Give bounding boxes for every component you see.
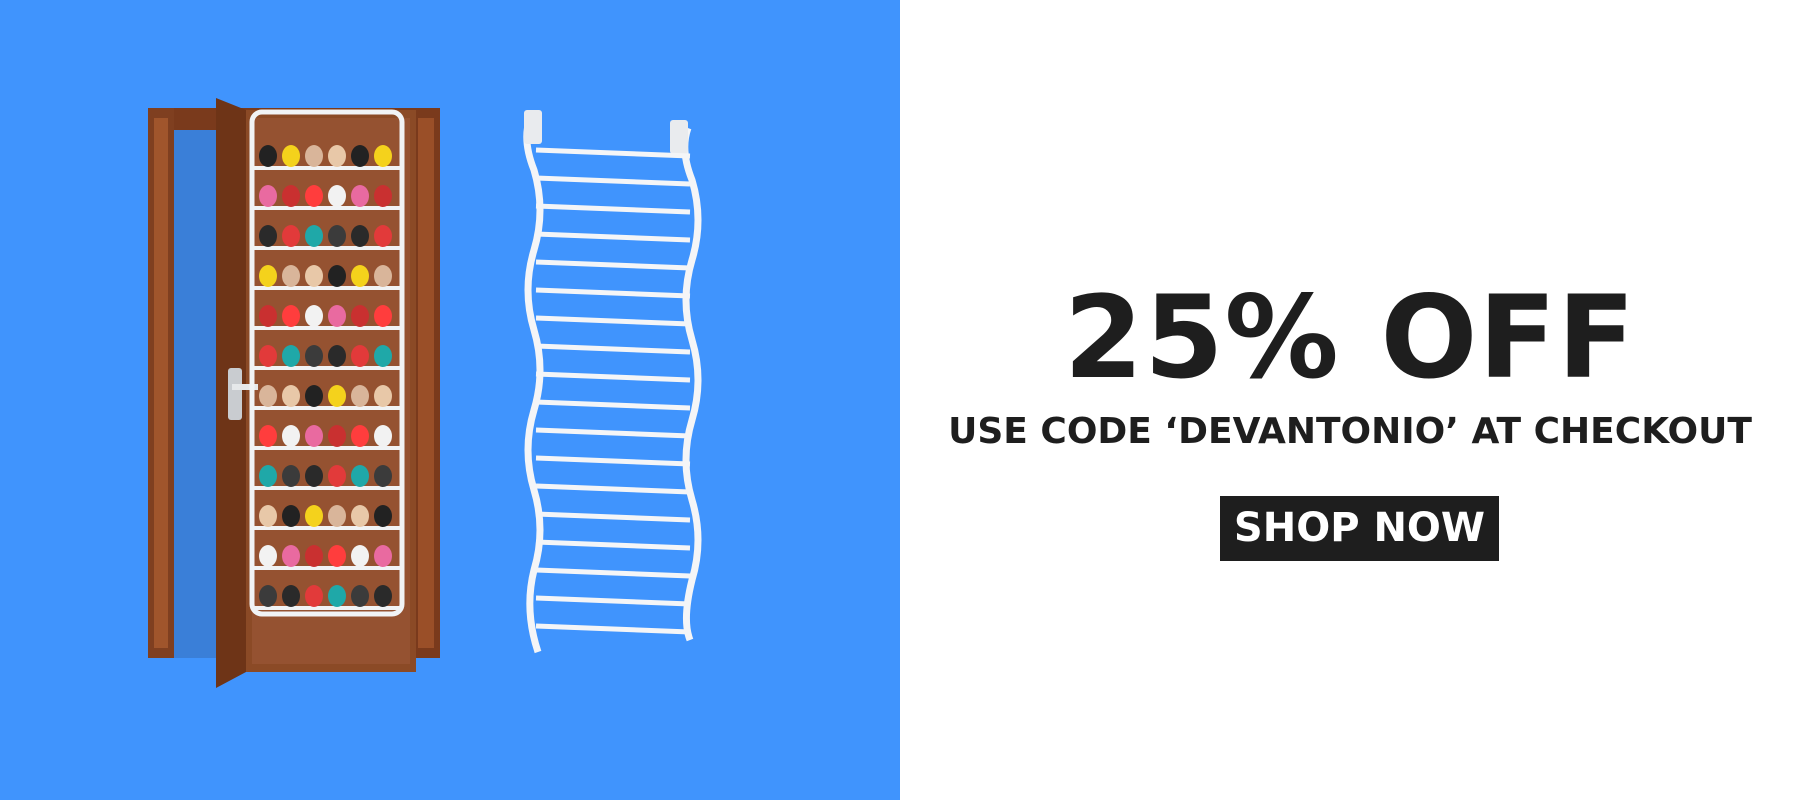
- product-panel: [0, 0, 900, 800]
- offer-panel: 25% OFF USE CODE ‘DEVANTONIO’ AT CHECKOU…: [900, 0, 1800, 800]
- promo-code-instruction: USE CODE ‘DEVANTONIO’ AT CHECKOUT: [948, 411, 1752, 452]
- shop-now-button[interactable]: SHOP NOW: [1220, 496, 1499, 561]
- door-with-shoe-organizer-image: [148, 98, 440, 688]
- panel-background: [0, 0, 900, 800]
- promo-banner: 25% OFF USE CODE ‘DEVANTONIO’ AT CHECKOU…: [0, 0, 1800, 800]
- discount-headline: 25% OFF: [1063, 271, 1637, 404]
- product-illustration: [0, 0, 900, 800]
